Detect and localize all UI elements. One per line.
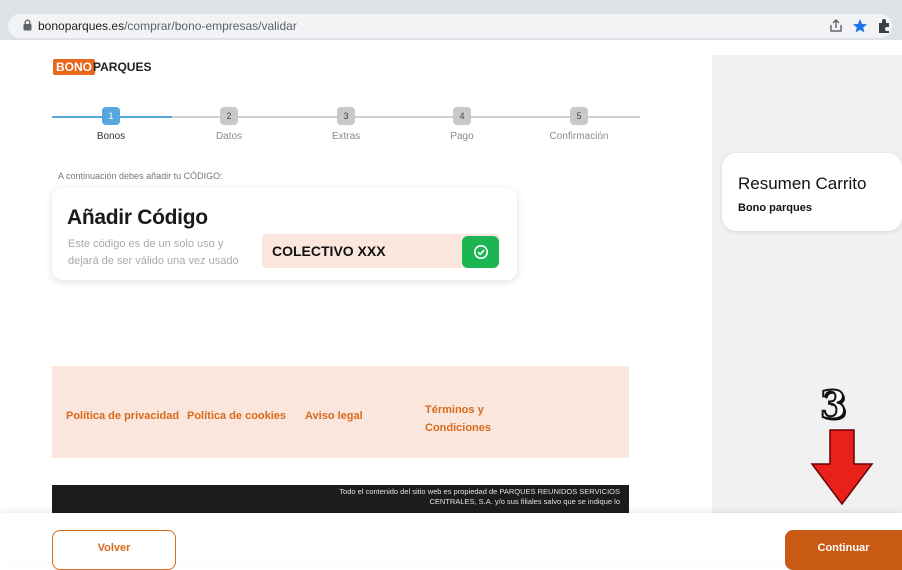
step-2-badge: 2	[220, 107, 238, 125]
url-text[interactable]: bonoparques.es/comprar/bono-empresas/val…	[38, 19, 297, 33]
add-code-title: Añadir Código	[67, 206, 208, 229]
annotation-step-number: 3	[819, 381, 847, 428]
step-3-badge: 3	[337, 107, 355, 125]
add-code-description: Este código es de un solo uso y dejará d…	[68, 238, 239, 267]
logo-bono[interactable]: BONO	[53, 59, 95, 75]
validate-code-button[interactable]	[462, 236, 499, 268]
back-button[interactable]: Volver	[52, 530, 176, 570]
logo-parques[interactable]: PARQUES	[93, 60, 151, 74]
code-instructions: A continuación debes añadir tu CÓDIGO:	[58, 171, 223, 181]
lock-icon	[23, 19, 32, 31]
share-icon[interactable]	[826, 16, 846, 36]
privacy-policy-link[interactable]: Política de privacidad	[66, 410, 179, 422]
legal-notice-link[interactable]: Aviso legal	[305, 410, 363, 422]
cart-item: Bono parques	[738, 202, 812, 214]
check-circle-icon	[473, 245, 488, 259]
step-5-label: Confirmación	[549, 131, 609, 142]
url-domain: bonoparques.es	[38, 19, 125, 33]
cart-title: Resumen Carrito	[738, 174, 867, 193]
url-path: /comprar/bono-empresas/validar	[124, 19, 297, 33]
red-down-arrow-icon	[810, 429, 874, 506]
terms-link[interactable]: Términos y Condiciones	[425, 401, 505, 437]
star-icon[interactable]	[850, 16, 870, 36]
step-3-label: Extras	[331, 131, 361, 142]
step-2-label: Datos	[215, 131, 243, 142]
step-1-badge: 1	[102, 107, 120, 125]
step-1-label: Bonos	[96, 131, 126, 142]
step-5-badge: 5	[570, 107, 588, 125]
cookies-policy-link[interactable]: Política de cookies	[187, 410, 286, 422]
legal-text: Todo el contenido del sitio web es propi…	[339, 487, 620, 506]
code-input-value[interactable]: COLECTIVO XXX	[272, 243, 386, 259]
continue-button[interactable]: Continuar	[785, 530, 902, 570]
extensions-icon[interactable]	[874, 16, 894, 36]
step-4-label: Pago	[450, 131, 474, 142]
step-4-badge: 4	[453, 107, 471, 125]
